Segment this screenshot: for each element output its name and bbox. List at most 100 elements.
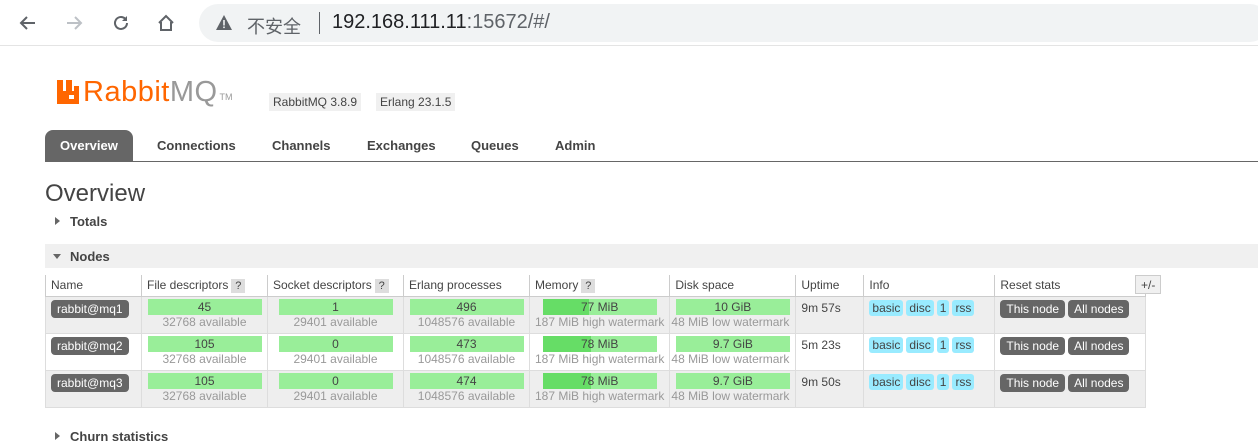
warning-icon[interactable] — [215, 14, 233, 32]
memory-watermark: 187 MiB high watermark — [535, 314, 665, 329]
churn-section-toggle[interactable]: Churn statistics — [45, 424, 168, 444]
fd-value: 105 — [194, 336, 215, 351]
churn-section-label: Churn statistics — [70, 428, 169, 444]
fd-cell: 45 32768 available — [141, 295, 268, 334]
url-host: 192.168.111.11 — [332, 11, 467, 33]
reset-all-nodes-button[interactable]: All nodes — [1068, 336, 1130, 355]
rabbitmq-logo[interactable]: RabbitMQ TM — [56, 76, 233, 108]
expand-arrow-icon — [55, 217, 60, 225]
logo-trademark: TM — [219, 92, 233, 102]
socket-bar: 1 — [278, 298, 393, 315]
memory-bar: 78 MiB — [542, 335, 657, 352]
uptime-cell: 5m 23s — [795, 332, 865, 371]
node-name-cell: rabbit@mq2 — [45, 332, 142, 371]
info-tag-rss: rss — [952, 299, 975, 316]
forward-button[interactable] — [60, 9, 88, 37]
socket-value: 0 — [332, 336, 339, 351]
tab-queues[interactable]: Queues — [456, 130, 534, 161]
tab-overview[interactable]: Overview — [45, 130, 133, 161]
expand-arrow-icon — [55, 432, 60, 440]
browser-toolbar: 不安全 192.168.111.11:15672/#/ — [0, 0, 1258, 46]
socket-cell: 0 29401 available — [267, 332, 404, 371]
disk-bar: 9.7 GiB — [675, 372, 790, 389]
proc-available: 1048576 available — [417, 388, 516, 403]
url-text[interactable]: 192.168.111.11:15672/#/ — [332, 11, 550, 34]
reset-this-node-button[interactable]: This node — [1000, 373, 1066, 392]
info-tag-basic: basic — [869, 299, 904, 316]
info-tag-rss: rss — [952, 373, 975, 390]
header-uptime: Uptime — [795, 275, 865, 297]
proc-cell: 474 1048576 available — [403, 369, 530, 408]
tab-connections[interactable]: Connections — [142, 130, 251, 161]
help-icon[interactable]: ? — [374, 278, 389, 293]
uptime-value: 5m 23s — [801, 337, 841, 352]
tab-channels[interactable]: Channels — [257, 130, 346, 161]
reset-all-nodes-button[interactable]: All nodes — [1068, 373, 1130, 392]
reset-all-nodes-button[interactable]: All nodes — [1068, 299, 1130, 318]
address-bar[interactable]: 不安全 192.168.111.11:15672/#/ — [199, 4, 1258, 42]
disk-cell: 9.7 GiB 48 MiB low watermark — [669, 369, 797, 408]
table-row: rabbit@mq3 105 32768 available 0 29401 ava… — [45, 369, 1147, 408]
url-path: :15672/#/ — [466, 11, 550, 33]
fd-cell: 105 32768 available — [141, 332, 268, 371]
header-file-descriptors: File descriptors? — [141, 275, 268, 297]
help-icon[interactable]: ? — [581, 278, 596, 293]
tab-exchanges[interactable]: Exchanges — [352, 130, 451, 161]
fd-cell: 105 32768 available — [141, 369, 268, 408]
proc-cell: 496 1048576 available — [403, 295, 530, 334]
node-name-link[interactable]: rabbit@mq1 — [51, 299, 129, 318]
info-tag-disc: disc — [906, 299, 934, 316]
info-tag-count: 1 — [936, 299, 950, 316]
proc-available: 1048576 available — [417, 351, 516, 366]
help-icon[interactable]: ? — [231, 278, 246, 293]
memory-bar: 77 MiB — [542, 298, 657, 315]
tab-admin[interactable]: Admin — [540, 130, 610, 161]
table-row: rabbit@mq2 105 32768 available 0 29401 ava… — [45, 332, 1147, 371]
proc-value: 496 — [456, 299, 477, 314]
node-name-link[interactable]: rabbit@mq2 — [51, 336, 129, 355]
memory-cell: 78 MiB 187 MiB high watermark — [528, 369, 671, 408]
socket-bar: 0 — [278, 372, 393, 389]
disk-cell: 9.7 GiB 48 MiB low watermark — [669, 332, 797, 371]
uptime-cell: 9m 50s — [795, 369, 865, 408]
memory-value: 78 MiB — [581, 336, 619, 351]
insecure-label[interactable]: 不安全 — [247, 13, 301, 39]
socket-cell: 0 29401 available — [267, 369, 404, 408]
info-tag-disc: disc — [906, 336, 934, 353]
fd-value: 105 — [194, 373, 215, 388]
info-tag-basic: basic — [869, 373, 904, 390]
info-tag-basic: basic — [869, 336, 904, 353]
column-toggle-button[interactable]: +/- — [1135, 275, 1162, 294]
nodes-section-label: Nodes — [70, 248, 110, 264]
node-name-link[interactable]: rabbit@mq3 — [51, 373, 129, 392]
header-disk-space: Disk space — [669, 275, 797, 297]
reset-this-node-button[interactable]: This node — [1000, 336, 1066, 355]
fd-available: 32768 available — [162, 388, 247, 403]
header-info: Info — [863, 275, 996, 297]
header-socket-descriptors: Socket descriptors? — [267, 275, 404, 297]
totals-section-label: Totals — [70, 213, 108, 229]
disk-bar: 10 GiB — [675, 298, 790, 315]
proc-bar: 474 — [409, 372, 524, 389]
home-button[interactable] — [152, 9, 180, 37]
table-row: rabbit@mq1 45 32768 available 1 29401 avai… — [45, 295, 1147, 334]
header-erlang-processes: Erlang processes — [403, 275, 530, 297]
reset-this-node-button[interactable]: This node — [1000, 299, 1066, 318]
nodes-section-toggle[interactable]: Nodes — [45, 244, 1258, 268]
info-cell: basic disc 1 rss — [863, 332, 996, 371]
home-icon — [158, 14, 174, 31]
reset-cell: This node All nodes — [994, 332, 1147, 371]
uptime-cell: 9m 57s — [795, 295, 865, 334]
socket-value: 1 — [332, 299, 339, 314]
disk-cell: 10 GiB 48 MiB low watermark — [669, 295, 797, 334]
totals-section-toggle[interactable]: Totals — [45, 209, 107, 233]
back-button[interactable] — [14, 9, 42, 37]
logo-text-mq: MQ — [169, 76, 218, 108]
proc-available: 1048576 available — [417, 314, 516, 329]
memory-watermark: 187 MiB high watermark — [535, 388, 665, 403]
reload-button[interactable] — [107, 9, 135, 37]
fd-value: 45 — [197, 299, 212, 314]
socket-cell: 1 29401 available — [267, 295, 404, 334]
info-tag-disc: disc — [906, 373, 934, 390]
proc-cell: 473 1048576 available — [403, 332, 530, 371]
